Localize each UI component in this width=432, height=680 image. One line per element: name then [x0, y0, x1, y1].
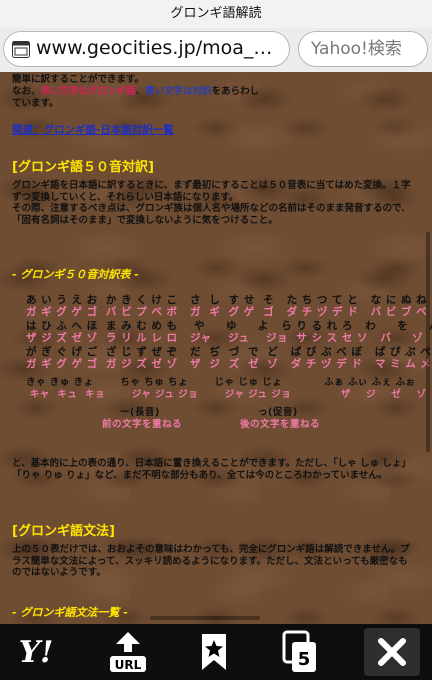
svg-text:5: 5 [298, 649, 311, 670]
window-title: グロンギ語解読 [0, 0, 432, 28]
close-button[interactable] [364, 628, 420, 676]
bottom-toolbar: Y! URL 5 [0, 624, 432, 680]
svg-text:URL: URL [115, 658, 142, 672]
tabs-button[interactable]: 5 [272, 628, 328, 676]
address-bar-row: www.geocities.jp/moa_… Yahoo!検索 [0, 28, 432, 73]
url-share-button[interactable]: URL [100, 628, 156, 676]
search-input[interactable]: Yahoo!検索 [298, 31, 428, 67]
note-desc: 前の文字を重ねる [102, 419, 183, 430]
intro-line-2: なお、赤い文字はグロンギ語、青い文字は対訳をあらわし [12, 86, 260, 97]
section-heading-grammar: [グロンギ語文法] [12, 524, 115, 539]
related-link[interactable]: 関連：グロンギ語-日本語対訳一覧 [12, 122, 174, 137]
red-text-note: 赤い文字はグロンギ語 [40, 86, 136, 97]
section2-paragraph: 上の５０表だけでは、おおよその意味はわかっても、完全にグロンギ語は解読できません… [12, 544, 410, 578]
kana-row: ガ ギ グ ゲ ゴ ガ ジ ズ ゼ ゾ ザ ジ ズ ゼ ゾ ダ チ ヅ デ ド … [26, 358, 432, 370]
url-text[interactable]: www.geocities.jp/moa_… [36, 37, 272, 59]
bookmark-star-icon [202, 634, 226, 670]
kana-row: ガ ギ グ ゲ ゴ バ ビ プ ベ ボ ガ ギ グ ゲ ゴ ダ チ ヅ デ ド … [26, 306, 432, 318]
bookmark-button[interactable] [186, 628, 242, 676]
kana-row: ザ ジ ズ ゼ ゾ ラ リ ル レ ロ ジャ ジュ ジョ サ シ ス セ ソ バ… [26, 332, 432, 344]
section-heading-50-table: [グロンギ語５０音対訳] [12, 160, 154, 175]
url-upload-icon: URL [110, 632, 146, 672]
footer-title: - グロンギ語文法一覧 - [12, 606, 128, 619]
intro-line-1: 簡単に訳することができます。 [12, 74, 145, 85]
small-kana-row: キャ キュ キョ ジャ ジュ ジョ ジャ ジュ ジョ ザ ジ ゼ ゾ [26, 389, 427, 400]
table-title: - グロンギ５０音対訳表 - [12, 268, 139, 281]
paragraph-2: と、基本的に上の表の通り、日本語に置き換えることができます。ただし、「しゃ しゅ… [12, 458, 411, 481]
intro-line-3: ています。 [12, 98, 59, 109]
yahoo-home-button[interactable]: Y! [8, 628, 64, 676]
address-bar[interactable]: www.geocities.jp/moa_… [3, 31, 290, 67]
vertical-scrollbar[interactable] [426, 232, 430, 452]
yahoo-logo-icon: Y! [18, 634, 54, 670]
section1-paragraph: グロンギ語を日本語に訳するときに、まず最初にすることは５０音表に当てはめた変換。… [12, 180, 411, 226]
page-favicon-icon [12, 41, 30, 58]
page-content[interactable]: 簡単に訳することができます。 なお、赤い文字はグロンギ語、青い文字は対訳をあらわ… [0, 72, 432, 624]
note-desc: 後の文字を重ねる [240, 419, 321, 430]
blue-text-note: 青い文字は対訳 [145, 86, 212, 97]
tabs-count-icon: 5 [282, 630, 316, 672]
close-icon [378, 638, 406, 666]
horizontal-scrollbar[interactable] [150, 616, 260, 620]
